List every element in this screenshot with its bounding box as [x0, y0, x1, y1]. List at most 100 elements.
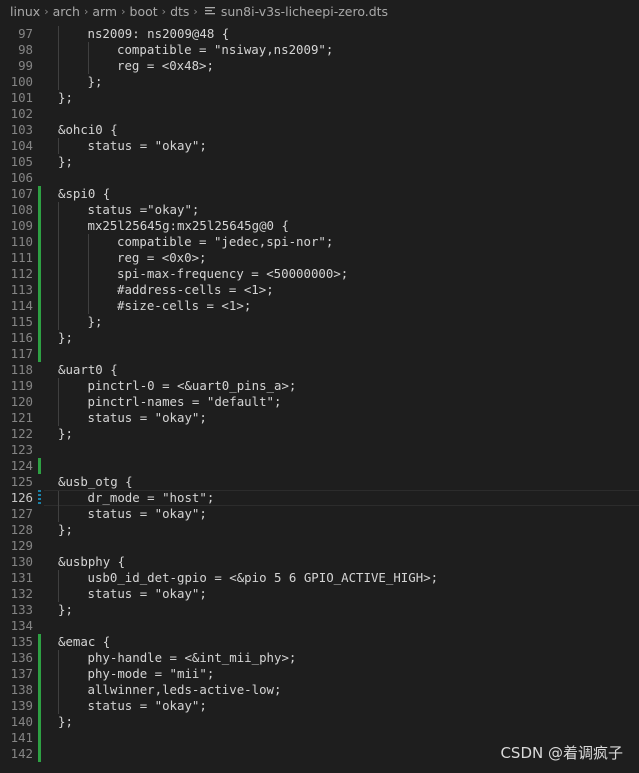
line-number: 121 — [10, 410, 33, 425]
indent-guide — [58, 506, 59, 522]
breadcrumb-linux[interactable]: linux — [10, 4, 40, 19]
git-added-gutter-marker[interactable] — [38, 346, 41, 362]
code-line[interactable]: 132 status = "okay"; — [0, 586, 639, 602]
chevron-right-icon: › — [161, 4, 167, 18]
code-line[interactable]: 123 — [0, 442, 639, 458]
code-line[interactable]: 116}; — [0, 330, 639, 346]
line-number: 113 — [10, 282, 33, 297]
git-added-gutter-marker[interactable] — [38, 202, 41, 218]
code-line[interactable]: 121 status = "okay"; — [0, 410, 639, 426]
code-line[interactable]: 106 — [0, 170, 639, 186]
git-added-gutter-marker[interactable] — [38, 186, 41, 202]
code-line[interactable]: 131 usb0_id_det-gpio = <&pio 5 6 GPIO_ACT… — [0, 570, 639, 586]
code-line[interactable]: 127 status = "okay"; — [0, 506, 639, 522]
code-line[interactable]: 139 status = "okay"; — [0, 698, 639, 714]
code-line[interactable]: 138 allwinner,leds-active-low; — [0, 682, 639, 698]
code-line-content: }; — [44, 90, 639, 106]
git-added-gutter-marker[interactable] — [38, 282, 41, 298]
indent-guide — [58, 394, 59, 410]
code-text: phy-handle = <&int_mii_phy>; — [87, 650, 297, 665]
code-line-content: reg = <0x0>; — [44, 250, 639, 266]
code-line[interactable]: 130 &usbphy { — [0, 554, 639, 570]
code-line[interactable]: 129 — [0, 538, 639, 554]
code-line[interactable]: 112 spi-max-frequency = <50000000>; — [0, 266, 639, 282]
code-line[interactable]: 108 status ="okay"; — [0, 202, 639, 218]
git-added-gutter-marker[interactable] — [38, 666, 41, 682]
breadcrumb-boot[interactable]: boot — [130, 4, 158, 19]
code-line[interactable]: 105}; — [0, 154, 639, 170]
code-line[interactable]: 117 — [0, 346, 639, 362]
indent-guide — [58, 282, 59, 298]
code-line-content: status = "okay"; — [44, 138, 639, 154]
git-added-gutter-marker[interactable] — [38, 298, 41, 314]
code-line[interactable]: 114 #size-cells = <1>; — [0, 298, 639, 314]
code-line[interactable]: 133}; — [0, 602, 639, 618]
code-line[interactable]: 137 phy-mode = "mii"; — [0, 666, 639, 682]
git-added-gutter-marker[interactable] — [38, 218, 41, 234]
code-line[interactable]: 136 phy-handle = <&int_mii_phy>; — [0, 650, 639, 666]
git-added-gutter-marker[interactable] — [38, 650, 41, 666]
code-line[interactable]: 104 status = "okay"; — [0, 138, 639, 154]
git-added-gutter-marker[interactable] — [38, 458, 41, 474]
code-line-content: spi-max-frequency = <50000000>; — [44, 266, 639, 282]
code-line[interactable]: 125 &usb_otg { — [0, 474, 639, 490]
code-line[interactable]: 122}; — [0, 426, 639, 442]
git-added-gutter-marker[interactable] — [38, 234, 41, 250]
code-line[interactable]: 100}; — [0, 74, 639, 90]
code-line[interactable]: 111 reg = <0x0>; — [0, 250, 639, 266]
code-text: status = "okay"; — [87, 698, 207, 713]
code-line-content — [44, 170, 639, 186]
code-line[interactable]: 107 &spi0 { — [0, 186, 639, 202]
git-added-gutter-marker[interactable] — [38, 634, 41, 650]
git-added-gutter-marker[interactable] — [38, 682, 41, 698]
line-number: 104 — [10, 138, 33, 153]
code-line[interactable]: 115}; — [0, 314, 639, 330]
indent-guide — [58, 666, 59, 682]
code-line[interactable]: 126 dr_mode = "host"; — [0, 490, 639, 507]
breadcrumb-arch[interactable]: arch — [53, 4, 80, 19]
git-added-gutter-marker[interactable] — [38, 266, 41, 282]
line-number: 140 — [10, 714, 33, 729]
file-lines-icon — [204, 7, 215, 15]
code-line[interactable]: 109 mx25l25645g:mx25l25645g@0 { — [0, 218, 639, 234]
code-line[interactable]: 110 compatible = "jedec,spi-nor"; — [0, 234, 639, 250]
indent-guide — [58, 138, 59, 154]
code-line[interactable]: 140}; — [0, 714, 639, 730]
code-line[interactable]: 119 pinctrl-0 = <&uart0_pins_a>; — [0, 378, 639, 394]
code-text: &uart0 { — [58, 362, 118, 377]
git-added-gutter-marker[interactable] — [38, 314, 41, 330]
code-line-content — [44, 538, 639, 554]
breadcrumb-arm[interactable]: arm — [92, 4, 117, 19]
code-line[interactable]: 98 compatible = "nsiway,ns2009"; — [0, 42, 639, 58]
code-line-content: }; — [44, 522, 639, 538]
breadcrumb-file[interactable]: sun8i-v3s-licheepi-zero.dts — [221, 4, 388, 19]
git-added-gutter-marker[interactable] — [38, 330, 41, 346]
code-line[interactable]: 102 — [0, 106, 639, 122]
git-modified-gutter-marker[interactable] — [38, 490, 41, 506]
code-line[interactable]: 113 #address-cells = <1>; — [0, 282, 639, 298]
line-number: 132 — [10, 586, 33, 601]
line-number: 102 — [10, 106, 33, 121]
code-line[interactable]: 128}; — [0, 522, 639, 538]
code-line[interactable]: 97 ns2009: ns2009@48 { — [0, 26, 639, 42]
code-editor[interactable]: 97 ns2009: ns2009@48 {98 compatible = "nsi… — [0, 26, 639, 762]
git-added-gutter-marker[interactable] — [38, 698, 41, 714]
code-line[interactable]: 99 reg = <0x48>; — [0, 58, 639, 74]
code-line[interactable]: 101}; — [0, 90, 639, 106]
code-line[interactable]: 118 &uart0 { — [0, 362, 639, 378]
line-number: 108 — [10, 202, 33, 217]
git-added-gutter-marker[interactable] — [38, 746, 41, 762]
code-text: ns2009: ns2009@48 { — [87, 26, 230, 41]
git-added-gutter-marker[interactable] — [38, 714, 41, 730]
breadcrumb-dts[interactable]: dts — [170, 4, 189, 19]
git-added-gutter-marker[interactable] — [38, 730, 41, 746]
code-line[interactable]: 103 &ohci0 { — [0, 122, 639, 138]
code-line[interactable]: 124 — [0, 458, 639, 474]
git-added-gutter-marker[interactable] — [38, 250, 41, 266]
code-line[interactable]: 135 &emac { — [0, 634, 639, 650]
indent-guide — [87, 266, 89, 282]
code-line-content: &uart0 { — [44, 362, 639, 378]
code-text: }; — [58, 426, 73, 441]
code-line[interactable]: 120 pinctrl-names = "default"; — [0, 394, 639, 410]
code-line[interactable]: 134 — [0, 618, 639, 634]
